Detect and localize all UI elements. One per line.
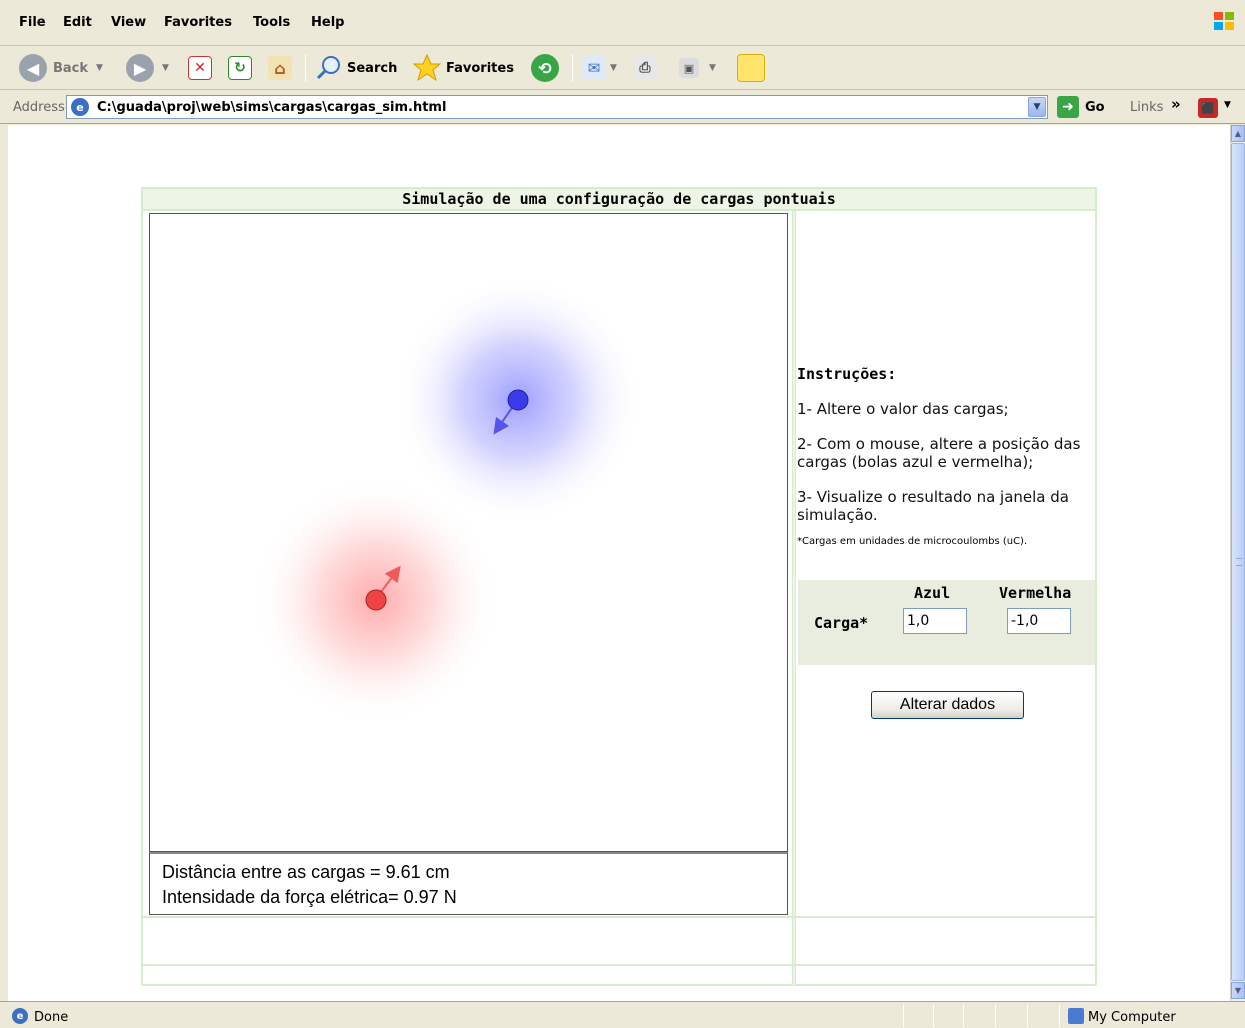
menu-favorites[interactable]: Favorites [164, 15, 232, 30]
instruction-step-1: 1- Altere o valor das cargas; [797, 400, 1009, 418]
mail-button[interactable]: ✉ ▼ [582, 52, 617, 84]
force-readout: Intensidade da força elétrica= 0.97 N [162, 887, 457, 907]
go-button[interactable]: ➜ Go [1057, 96, 1105, 118]
ie-page-icon: e [12, 1008, 28, 1024]
menu-tools[interactable]: Tools [253, 15, 290, 30]
instruction-step-2: 2- Com o mouse, altere a posição das car… [797, 435, 1081, 471]
print-button[interactable]: ⎙ [633, 52, 657, 84]
stop-icon: ✕ [188, 56, 212, 80]
refresh-button[interactable]: ↻ [228, 52, 252, 84]
instruction-step-3: 3- Visualize o resultado na janela da si… [797, 488, 1069, 524]
go-arrow-icon: ➜ [1057, 96, 1079, 118]
menu-edit[interactable]: Edit [63, 15, 92, 30]
chevron-down-icon[interactable]: ▼ [162, 63, 169, 73]
security-zone-text: My Computer [1088, 1010, 1176, 1025]
vertical-scrollbar[interactable]: ▲ ▼ [1230, 125, 1245, 1001]
red-column-header: Vermelha [999, 584, 1072, 602]
links-label[interactable]: Links [1130, 100, 1163, 115]
table-divider [143, 964, 1095, 966]
edit-button[interactable]: ▣ ▼ [679, 52, 716, 84]
edit-page-icon: ▣ [679, 58, 699, 78]
pdf-icon[interactable]: ⬛ [1198, 98, 1218, 118]
chevron-down-icon[interactable]: ▼ [610, 63, 617, 73]
red-charge-ball[interactable] [365, 589, 387, 611]
blue-charge-ball[interactable] [507, 389, 529, 411]
status-text: Done [34, 1010, 69, 1025]
menu-file[interactable]: File [19, 15, 46, 30]
forward-arrow-icon: ▶ [126, 54, 154, 82]
notes-button[interactable] [737, 52, 765, 84]
toolbar-separator [305, 54, 306, 82]
home-icon: ⌂ [268, 56, 292, 80]
history-button[interactable]: ⟲ [531, 52, 559, 84]
scroll-up-icon[interactable]: ▲ [1231, 125, 1245, 142]
links-chevron-icon[interactable]: » [1171, 95, 1181, 113]
page-title: Simulação de uma configuração de cargas … [143, 189, 1095, 211]
back-arrow-icon: ◀ [19, 54, 47, 82]
simulation-svg [252, 276, 642, 724]
search-button[interactable]: Search [314, 52, 397, 84]
star-icon [412, 53, 442, 82]
address-input[interactable]: e C:\guada\proj\web\sims\cargas\cargas_s… [66, 95, 1048, 119]
address-label: Address [13, 100, 65, 115]
menu-bar: File Edit View Favorites Tools Help [0, 0, 1245, 46]
toolbar: ◀ Back ▼ ▶ ▼ ✕ ↻ ⌂ Search Favorites ⟲ ✉ … [0, 46, 1245, 90]
simulation-canvas[interactable] [149, 213, 788, 852]
sticky-note-icon [737, 54, 765, 82]
refresh-icon: ↻ [228, 56, 252, 80]
forward-button[interactable]: ▶ ▼ [126, 52, 169, 84]
address-bar: Address e C:\guada\proj\web\sims\cargas\… [0, 90, 1245, 124]
history-icon: ⟲ [531, 54, 559, 82]
back-button[interactable]: ◀ Back ▼ [19, 52, 103, 84]
instructions-panel: Instruções: 1- Altere o valor das cargas… [797, 365, 1095, 547]
chevron-down-icon[interactable]: ▼ [1224, 100, 1231, 110]
distance-readout: Distância entre as cargas = 9.61 cm [162, 862, 450, 882]
update-data-button[interactable]: Alterar dados [871, 691, 1024, 719]
charge-form: Azul Vermelha Carga* [798, 580, 1095, 665]
scroll-down-icon[interactable]: ▼ [1231, 982, 1245, 999]
toolbar-separator [572, 54, 573, 82]
chevron-down-icon[interactable]: ▼ [1028, 97, 1046, 117]
print-icon: ⎙ [633, 56, 657, 80]
menu-help[interactable]: Help [311, 15, 344, 30]
column-divider [792, 211, 796, 986]
menu-view[interactable]: View [111, 15, 146, 30]
chevron-down-icon[interactable]: ▼ [96, 63, 103, 73]
chevron-down-icon[interactable]: ▼ [709, 63, 716, 73]
status-bar: e Done My Computer [0, 1001, 1245, 1028]
stop-button[interactable]: ✕ [188, 52, 212, 84]
address-url[interactable]: C:\guada\proj\web\sims\cargas\cargas_sim… [97, 100, 446, 115]
computer-zone-icon [1068, 1008, 1084, 1024]
blue-charge-input[interactable] [903, 608, 967, 634]
instructions-title: Instruções: [797, 365, 897, 383]
blue-column-header: Azul [914, 584, 951, 602]
scrollbar-thumb[interactable] [1231, 143, 1245, 981]
windows-logo-icon [1214, 12, 1234, 30]
simulation-readout: Distância entre as cargas = 9.61 cm Inte… [149, 852, 788, 915]
favorites-button[interactable]: Favorites [412, 52, 514, 84]
mail-icon: ✉ [582, 56, 606, 80]
units-note: *Cargas em unidades de microcoulombs (uC… [797, 536, 1028, 547]
simulation-layout-table: Simulação de uma configuração de cargas … [141, 187, 1097, 986]
page-viewport: Simulação de uma configuração de cargas … [8, 125, 1230, 1001]
table-divider [143, 916, 1095, 918]
home-button[interactable]: ⌂ [268, 52, 292, 84]
search-icon [316, 56, 340, 80]
charge-row-label: Carga* [814, 614, 869, 632]
red-charge-input[interactable] [1007, 608, 1071, 634]
ie-page-icon: e [71, 98, 89, 116]
